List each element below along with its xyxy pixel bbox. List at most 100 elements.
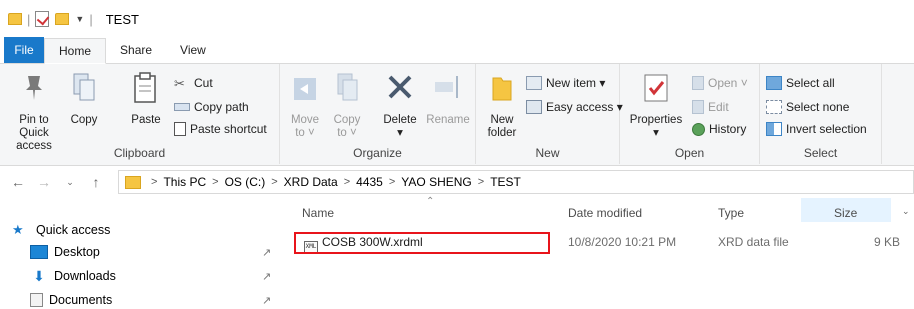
new-group: New folder New item ▾ Easy access ▾ New [476, 64, 623, 164]
pin-icon[interactable]: ↗ [262, 246, 271, 259]
desktop-icon [30, 245, 48, 259]
ribbon-tabs: File Home Share View [0, 37, 914, 64]
sort-ascending-icon: ⌃ [426, 196, 435, 207]
recent-locations-chevron-icon[interactable]: ⌄ [62, 177, 78, 188]
new-folder-button[interactable]: New folder [482, 72, 522, 140]
paste-shortcut-icon [174, 122, 186, 136]
cut-button[interactable]: ✂ Cut [174, 74, 213, 92]
up-arrow-icon[interactable]: ↑ [88, 174, 104, 190]
select-all-label: Select all [786, 76, 835, 90]
nav-quick-access[interactable]: ★ Quick access [12, 220, 110, 240]
new-folder-label-line1: New [490, 114, 514, 126]
copy-to-label-line1: Copy [333, 114, 361, 126]
window-title: TEST [105, 11, 139, 27]
select-all-button[interactable]: Select all [766, 74, 835, 92]
select-group: Select all Select none Invert selection … [760, 64, 882, 164]
easy-access-button[interactable]: Easy access ▾ [526, 98, 623, 116]
paste-shortcut-button[interactable]: Paste shortcut [174, 120, 267, 138]
rename-label: Rename [426, 114, 470, 126]
nav-downloads-label: Downloads [54, 269, 116, 283]
ribbon: Pin to Quick access Copy Paste ✂ Cut Cop… [0, 64, 914, 166]
back-arrow-icon[interactable]: ← [10, 174, 26, 190]
open-group: Properties ▾ Open ˅ Edit History Open [620, 64, 760, 164]
column-dropdown-icon[interactable]: ⌄ [902, 206, 910, 217]
copy-to-button[interactable]: Copy to ˅ [330, 72, 364, 140]
paste-shortcut-label: Paste shortcut [190, 122, 267, 136]
select-none-icon [766, 100, 782, 114]
open-file-icon [692, 76, 704, 90]
properties-dropdown-icon[interactable]: ▾ [624, 127, 688, 140]
tab-home[interactable]: Home [44, 38, 107, 64]
file-type: XRD data file [718, 235, 789, 249]
copy-button[interactable]: Copy [68, 72, 100, 127]
copy-path-label: Copy path [194, 100, 249, 114]
history-button[interactable]: History [692, 120, 746, 138]
nav-desktop[interactable]: Desktop [30, 242, 100, 262]
clipboard-icon [134, 72, 156, 103]
pin-icon[interactable]: ↗ [262, 270, 271, 283]
open-group-label: Open [674, 146, 705, 160]
organize-group: Move to ˅ Copy to ˅ Delete ▾ Rename Orga… [280, 64, 476, 164]
rename-button[interactable]: Rename [424, 72, 472, 127]
column-header-size[interactable]: Size [834, 206, 857, 220]
breadcrumb-separator[interactable]: > [478, 176, 484, 188]
breadcrumb-test[interactable]: TEST [490, 175, 521, 189]
copy-to-label-line2: to ˅ [337, 127, 357, 139]
tab-file[interactable]: File [4, 37, 44, 63]
open-button[interactable]: Open ˅ [692, 74, 748, 92]
edit-button[interactable]: Edit [692, 98, 729, 116]
separator: | [89, 11, 93, 27]
folder-icon [125, 175, 141, 189]
scissors-icon: ✂ [174, 76, 185, 91]
delete-button[interactable]: Delete ▾ [378, 72, 422, 140]
properties-check-icon[interactable] [35, 11, 50, 27]
breadcrumb-separator[interactable]: > [212, 176, 218, 188]
tab-share[interactable]: Share [106, 37, 166, 63]
tab-view[interactable]: View [166, 37, 220, 63]
clipboard-group: Pin to Quick access Copy Paste ✂ Cut Cop… [0, 64, 280, 164]
breadcrumb-separator[interactable]: > [344, 176, 350, 188]
breadcrumb-separator[interactable]: > [151, 176, 157, 188]
nav-downloads[interactable]: ⬇ Downloads [30, 266, 116, 286]
copy-path-button[interactable]: Copy path [174, 98, 249, 116]
new-item-label: New item ▾ [546, 76, 606, 90]
nav-quick-access-label: Quick access [36, 223, 111, 237]
breadcrumb-separator[interactable]: > [271, 176, 277, 188]
pin-icon[interactable]: ↗ [262, 294, 271, 307]
breadcrumb-separator[interactable]: > [389, 176, 395, 188]
pin-to-quick-access-button[interactable]: Pin to Quick access [4, 72, 64, 153]
invert-selection-button[interactable]: Invert selection [766, 120, 867, 138]
select-none-button[interactable]: Select none [766, 98, 849, 116]
column-header-name[interactable]: Name [302, 206, 334, 220]
properties-icon [644, 74, 668, 102]
new-group-label: New [535, 146, 560, 160]
new-item-button[interactable]: New item ▾ [526, 74, 605, 92]
breadcrumb-xrd-data[interactable]: XRD Data [284, 175, 338, 189]
forward-arrow-icon[interactable]: → [36, 174, 52, 190]
move-to-label-line1: Move [290, 114, 320, 126]
highlight-box [294, 232, 550, 254]
quick-access-toolbar-dropdown-icon[interactable]: ▼ [75, 14, 84, 24]
new-folder-quick-icon[interactable] [55, 13, 70, 25]
address-bar[interactable]: > This PC > OS (C:) > XRD Data > 4435 > … [118, 170, 914, 194]
easy-access-label: Easy access ▾ [546, 100, 623, 114]
invert-selection-icon [766, 122, 782, 136]
file-date: 10/8/2020 10:21 PM [568, 235, 677, 249]
rename-icon [435, 76, 458, 98]
breadcrumb-this-pc[interactable]: This PC [163, 175, 206, 189]
pin-icon [26, 76, 42, 100]
breadcrumb-yao-sheng[interactable]: YAO SHENG [401, 175, 471, 189]
column-header-date-modified[interactable]: Date modified [568, 206, 642, 220]
nav-documents[interactable]: Documents [30, 290, 112, 309]
breadcrumb-4435[interactable]: 4435 [356, 175, 383, 189]
download-arrow-icon: ⬇ [33, 268, 45, 284]
move-to-button[interactable]: Move to ˅ [288, 72, 322, 140]
new-folder-label-line2: folder [487, 127, 517, 139]
file-list: ⌃ Name Date modified Type Size ⌄ XML COSB… [286, 196, 914, 309]
delete-dropdown-icon[interactable]: ▾ [378, 127, 422, 140]
paste-button[interactable]: Paste [126, 72, 166, 127]
breadcrumb-os-c[interactable]: OS (C:) [225, 175, 266, 189]
select-group-label: Select [803, 146, 838, 160]
properties-button[interactable]: Properties ▾ [624, 72, 688, 140]
column-header-type[interactable]: Type [718, 206, 744, 220]
